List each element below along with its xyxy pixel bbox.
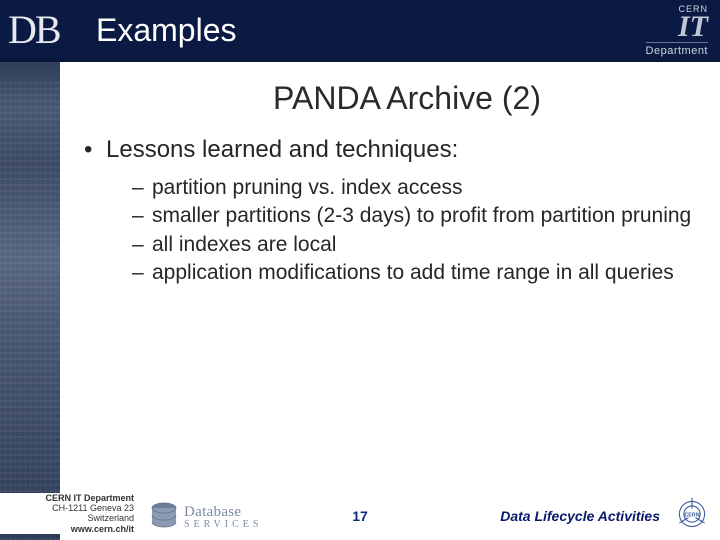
sub-bullet-text: partition pruning vs. index access [152,176,463,199]
footer-right-text: Data Lifecycle Activities [500,508,660,524]
slide-title: PANDA Archive (2) [112,80,702,117]
bullet-text: Lessons learned and techniques: [106,136,458,163]
sub-bullet-text: all indexes are local [152,233,336,256]
bullet-item: Lessons learned and techniques: partitio… [84,135,702,286]
sub-bullet-item: all indexes are local [132,232,702,258]
bullet-list-level2: partition pruning vs. index access small… [132,175,702,286]
sub-bullet-item: smaller partitions (2-3 days) to profit … [132,203,702,229]
header-bar: DB Examples CERN IT Department [0,0,720,62]
cern-it-logo-dept: Department [646,42,708,57]
sub-bullet-item: application modifications to add time ra… [132,260,702,286]
footer-addr-url: www.cern.ch/it [0,524,134,534]
sub-bullet-item: partition pruning vs. index access [132,175,702,201]
sub-bullet-text: smaller partitions (2-3 days) to profit … [152,204,691,227]
footer-addr-line: CERN IT Department [0,493,134,503]
svg-text:CERN: CERN [684,513,699,519]
cern-it-logo-it: IT [646,14,708,40]
bullet-list-level1: Lessons learned and techniques: partitio… [84,135,702,286]
slide: DB Examples CERN IT Department PANDA Arc… [0,0,720,540]
cern-badge-icon: CERN [674,496,710,532]
sub-bullet-text: application modifications to add time ra… [152,261,674,284]
db-logo: DB [8,6,60,53]
cern-it-logo: CERN IT Department [646,4,708,57]
section-title: Examples [96,12,237,49]
slide-body: PANDA Archive (2) Lessons learned and te… [72,80,702,288]
left-sidebar-image [0,0,60,540]
